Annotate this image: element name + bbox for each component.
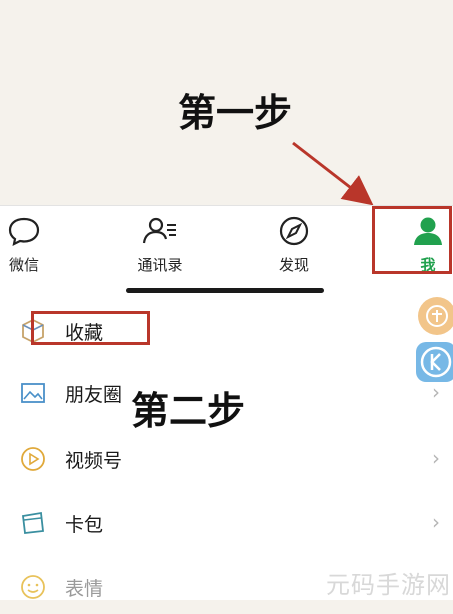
- highlight-me-tab: [372, 206, 452, 274]
- menu-item-label: 朋友圈: [65, 384, 123, 406]
- menu-item-label: 卡包: [65, 514, 104, 536]
- menu-item-label: 表情: [65, 578, 104, 600]
- step1-label: 第一步: [178, 91, 293, 135]
- tab-chats[interactable]: 微信: [0, 216, 64, 275]
- contacts-icon: [142, 217, 176, 244]
- tab-contacts[interactable]: 通讯录: [120, 216, 200, 275]
- chevron-right-icon: ›: [432, 510, 440, 534]
- k-letter-icon: [420, 346, 452, 378]
- play-icon: [21, 447, 45, 471]
- tab-discover[interactable]: 发现: [254, 216, 334, 275]
- tab-discover-label: 发现: [278, 256, 309, 274]
- floating-k-icon[interactable]: [416, 342, 453, 382]
- chevron-right-icon: ›: [432, 380, 440, 404]
- compass-icon: [279, 216, 309, 246]
- star-badge-icon: [426, 305, 448, 327]
- image-icon: [21, 383, 45, 403]
- tab-indicator: [126, 288, 324, 293]
- arrow-step1: [292, 141, 374, 206]
- tab-contacts-label: 通讯录: [137, 256, 183, 274]
- tab-chats-label: 微信: [8, 256, 39, 274]
- smile-icon: [21, 575, 45, 599]
- menu-item-cards[interactable]: 卡包 ›: [0, 494, 453, 550]
- step2-label: 第二步: [131, 389, 246, 433]
- chevron-right-icon: ›: [432, 446, 440, 470]
- menu-item-channels[interactable]: 视频号 ›: [0, 430, 453, 486]
- card-icon: [22, 511, 44, 534]
- highlight-favorites: [31, 311, 150, 345]
- watermark-text: 元码手游网: [326, 571, 451, 599]
- floating-app-icon[interactable]: [418, 297, 453, 335]
- chat-bubble-icon: [8, 217, 40, 246]
- menu-item-label: 视频号: [65, 450, 123, 472]
